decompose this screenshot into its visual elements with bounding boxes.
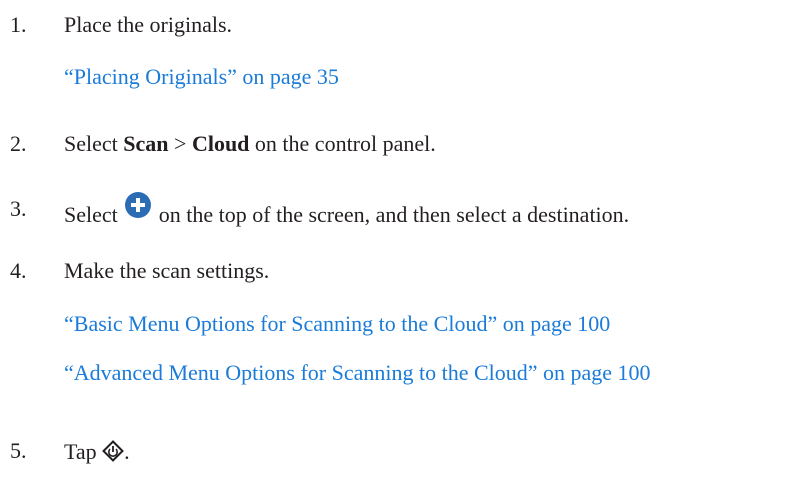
step-text-part: on the top of the screen, and then selec… <box>153 202 630 227</box>
link-advanced-menu-options[interactable]: “Advanced Menu Options for Scanning to t… <box>64 362 651 384</box>
link-placing-originals[interactable]: “Placing Originals” on page 35 <box>64 66 339 88</box>
step-text: Place the originals. <box>64 12 233 37</box>
step-number: 4. <box>10 258 27 283</box>
step-number: 5. <box>10 438 27 463</box>
plus-circle-icon <box>125 192 152 218</box>
step-number: 1. <box>10 12 27 37</box>
start-diamond-icon <box>102 440 125 466</box>
link-basic-menu-options[interactable]: “Basic Menu Options for Scanning to the … <box>64 313 610 335</box>
menu-separator: > <box>168 131 192 156</box>
step-text: Select on the top of the screen, and the… <box>64 192 630 227</box>
menu-cloud: Cloud <box>191 131 250 156</box>
step-number: 3. <box>10 196 27 221</box>
step-text: Tap . <box>64 440 130 466</box>
step-text: Make the scan settings. <box>64 258 270 283</box>
step-text-part: . <box>124 439 130 464</box>
step-text: Select Scan > Cloud on the control panel… <box>64 133 436 155</box>
step-text-part: Select <box>64 131 124 156</box>
step-text-part: on the control panel. <box>249 131 436 156</box>
step-text-part: Tap <box>64 439 103 464</box>
step-number: 2. <box>10 131 27 156</box>
menu-scan: Scan <box>123 131 169 156</box>
step-text-part: Select <box>64 202 124 227</box>
